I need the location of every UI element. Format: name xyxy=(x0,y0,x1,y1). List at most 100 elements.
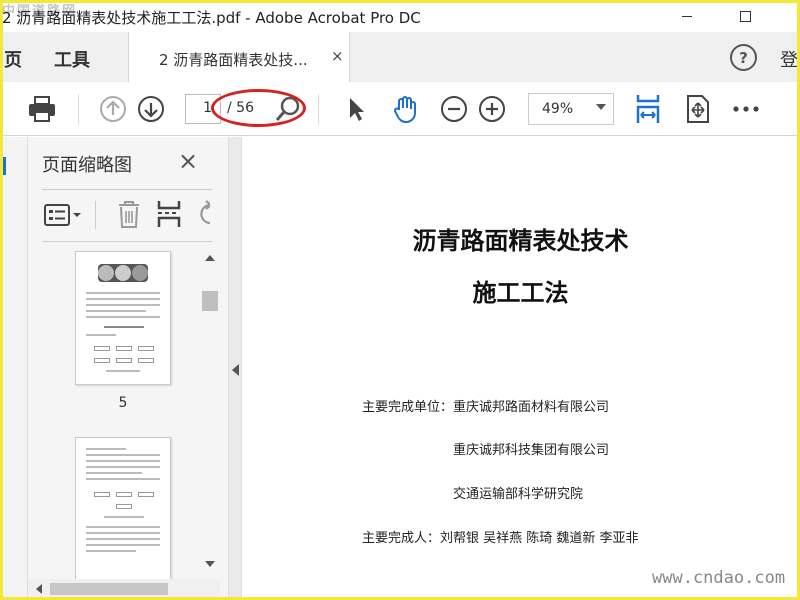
document-unit-line: 交通运输部科学研究院 xyxy=(453,487,584,502)
tab-bar: 页 工具 2 沥青路面精表处技... × ? 登 xyxy=(0,32,800,82)
thumbnail-vertical-scrollbar[interactable] xyxy=(200,247,220,577)
tab-document[interactable]: 2 沥青路面精表处技... × xyxy=(128,32,350,82)
maximize-icon xyxy=(739,10,751,22)
highlight-ellipse xyxy=(211,89,306,127)
options-menu-icon xyxy=(44,204,81,226)
delete-page-button[interactable] xyxy=(116,199,142,233)
thumbnail-text-line xyxy=(86,304,160,306)
scroll-down-icon[interactable] xyxy=(205,561,215,567)
thumbnail-flow-box xyxy=(116,358,132,363)
toolbar-separator xyxy=(318,94,319,124)
scroll-left-icon[interactable] xyxy=(36,584,42,594)
insert-page-button[interactable] xyxy=(156,199,182,233)
chevron-left-icon xyxy=(232,364,239,376)
close-tab-icon[interactable]: × xyxy=(331,47,344,65)
thumbnail-list: 5 xyxy=(28,247,200,587)
move-page-icon xyxy=(687,95,709,123)
help-button[interactable]: ? xyxy=(730,44,757,71)
thumbnail-horizontal-scrollbar[interactable] xyxy=(28,579,220,599)
zoom-in-button[interactable] xyxy=(476,93,508,125)
select-tool-button[interactable] xyxy=(340,93,372,125)
minimize-button[interactable] xyxy=(672,4,702,28)
tab-tools[interactable]: 工具 xyxy=(54,46,90,72)
thumbnail-text-line xyxy=(86,550,136,552)
thumbnail-text-line xyxy=(86,334,116,336)
maximize-button[interactable] xyxy=(730,4,760,28)
insert-page-icon xyxy=(157,201,181,227)
close-panel-icon[interactable]: × xyxy=(178,147,198,175)
window-title: 2 沥青路面精表处技术施工工法.pdf - Adobe Acrobat Pro … xyxy=(2,9,421,27)
thumbnail-panel: 页面缩略图 × 5 xyxy=(28,137,228,600)
document-title-line1: 沥青路面精表处技术 xyxy=(412,227,629,255)
thumbnail-flow-box xyxy=(94,492,110,497)
document-view[interactable]: 沥青路面精表处技术 施工工法 主要完成单位：重庆诚邦路面材料有限公司 重庆诚邦科… xyxy=(243,137,800,600)
thumbnail-text-line xyxy=(106,370,140,372)
rotate-icon xyxy=(200,200,210,225)
panel-divider xyxy=(42,241,212,242)
active-panel-indicator xyxy=(3,157,6,175)
thumbnail-text-line xyxy=(86,472,142,474)
rotate-page-button[interactable] xyxy=(196,199,210,229)
thumbnail-flow-box xyxy=(116,346,132,351)
thumbnail-text-line xyxy=(86,466,160,468)
trash-icon xyxy=(119,201,139,228)
thumbnail-text-line xyxy=(86,292,160,294)
thumbnail-text-line xyxy=(104,516,144,518)
more-dots-icon xyxy=(733,106,759,112)
zoom-out-icon xyxy=(441,96,467,122)
panel-divider xyxy=(42,189,212,190)
thumbnail-text-line xyxy=(86,526,160,528)
page-thumbnail[interactable] xyxy=(75,437,171,587)
hand-icon xyxy=(393,96,416,124)
document-unit-line: 重庆诚邦科技集团有限公司 xyxy=(453,443,610,458)
toolbar: 1 / 56 49% xyxy=(0,82,800,136)
thumbnail-text-line xyxy=(86,316,160,318)
thumbnail-text-line xyxy=(86,298,160,300)
thumbnail-flow-box xyxy=(94,346,110,351)
thumbnail-text-line xyxy=(86,448,126,450)
panel-title: 页面缩略图 xyxy=(42,155,132,176)
navigation-strip xyxy=(0,137,28,600)
thumbnail-text-line xyxy=(86,532,160,534)
panel-collapse-handle[interactable] xyxy=(228,137,242,600)
panel-toolbar-separator xyxy=(95,201,96,229)
zoom-in-icon xyxy=(479,96,505,122)
document-unit-line: 主要完成单位：重庆诚邦路面材料有限公司 xyxy=(362,400,610,415)
rotate-view-button[interactable] xyxy=(682,93,714,125)
previous-page-button[interactable] xyxy=(97,93,129,125)
thumbnail-image xyxy=(98,264,148,282)
arrow-down-circle-icon xyxy=(138,96,164,122)
scroll-up-icon[interactable] xyxy=(205,255,215,261)
zoom-out-button[interactable] xyxy=(438,93,470,125)
thumbnail-text-line xyxy=(86,538,160,540)
thumbnail-flow-box xyxy=(94,358,110,363)
tab-home[interactable]: 页 xyxy=(4,46,22,72)
minimize-icon xyxy=(682,15,692,17)
hand-tool-button[interactable] xyxy=(390,93,422,125)
pointer-arrow-icon xyxy=(350,98,364,121)
thumbnail-heading-line xyxy=(104,326,144,328)
title-bar: 中国道路网 2 沥青路面精表处技术施工工法.pdf - Adobe Acroba… xyxy=(0,0,800,32)
thumbnail-text-line xyxy=(86,460,160,462)
page-thumbnail[interactable] xyxy=(75,251,171,385)
chevron-down-icon xyxy=(596,104,606,110)
scrollbar-thumb[interactable] xyxy=(202,291,218,311)
more-tools-button[interactable] xyxy=(730,93,762,125)
arrow-up-circle-icon xyxy=(100,96,126,122)
login-button[interactable]: 登 xyxy=(780,46,798,72)
thumbnail-flow-box xyxy=(138,492,154,497)
thumbnail-page-number: 5 xyxy=(118,395,128,411)
scrollbar-thumb[interactable] xyxy=(50,583,168,595)
next-page-button[interactable] xyxy=(135,93,167,125)
thumbnail-flow-box xyxy=(116,492,132,497)
panel-toolbar xyxy=(28,197,228,237)
thumbnail-flow-box xyxy=(138,346,154,351)
thumbnail-text-line xyxy=(86,544,160,546)
document-title-line2: 施工工法 xyxy=(472,279,569,307)
watermark-bottom: www.cndao.com xyxy=(652,568,786,588)
thumbnail-options-button[interactable] xyxy=(44,203,84,231)
thumbnail-text-line xyxy=(86,310,146,312)
print-button[interactable] xyxy=(26,93,58,125)
document-people-line: 主要完成人：刘帮银 吴祥燕 陈琦 魏道新 李亚非 xyxy=(362,531,639,546)
fit-width-button[interactable] xyxy=(632,93,664,125)
